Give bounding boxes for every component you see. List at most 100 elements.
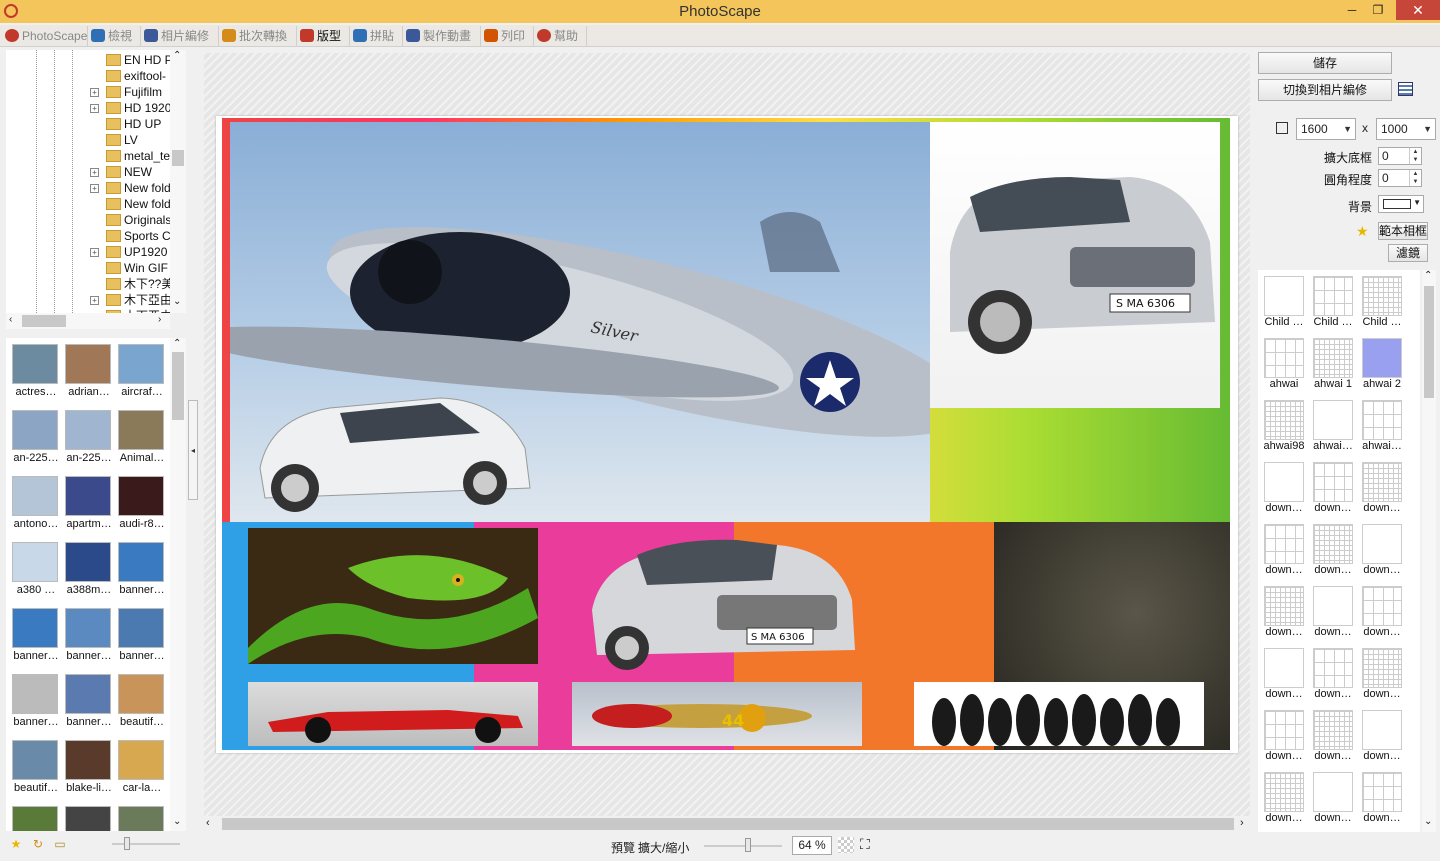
tab-batch[interactable]: 批次轉換 (219, 26, 297, 46)
tree-expander-icon[interactable]: + (90, 184, 99, 193)
layout-menu-icon[interactable] (1398, 82, 1413, 96)
scroll-thumb[interactable] (172, 352, 184, 420)
mercedes-a-class-cell[interactable] (250, 378, 540, 518)
tab-help[interactable]: 幫助 (534, 26, 587, 46)
zoom-value[interactable]: 64 % (792, 836, 832, 855)
template-item[interactable]: Child … (1359, 270, 1405, 330)
mercedes-silver-cell[interactable]: S MA 6306 (587, 530, 857, 670)
template-item[interactable]: down… (1310, 518, 1356, 578)
template-item[interactable]: down… (1359, 518, 1405, 578)
thumbnail-item[interactable]: adrian… (63, 340, 115, 402)
template-item[interactable]: ahwai… (1359, 394, 1405, 454)
thumbnail-item[interactable]: banner… (116, 604, 168, 666)
save-button[interactable]: 儲存 (1258, 52, 1392, 74)
thumbnail-item[interactable]: audi-r8… (116, 472, 168, 534)
thumbnail-item[interactable]: aircraf… (116, 340, 168, 402)
template-item[interactable]: down… (1261, 766, 1307, 826)
tab-animated-gif[interactable]: 製作動畫 (403, 26, 481, 46)
tab-page[interactable]: 版型 (297, 26, 350, 46)
close-button[interactable]: ✕ (1396, 0, 1440, 20)
template-item[interactable]: down… (1310, 766, 1356, 826)
thumbnail-item[interactable] (63, 802, 115, 831)
tab-combine[interactable]: 拼貼 (350, 26, 403, 46)
thumbnail-vertical-scrollbar[interactable]: ⌃ ⌄ (170, 338, 186, 831)
template-item[interactable]: down… (1310, 704, 1356, 764)
favorite-star-icon[interactable]: ★ (8, 836, 24, 852)
background-color-picker[interactable]: ▼ (1378, 195, 1424, 213)
scroll-thumb[interactable] (1424, 286, 1434, 398)
template-item[interactable]: down… (1310, 456, 1356, 516)
round-corner-spinner[interactable]: 0 ▲ ▼ (1378, 169, 1422, 187)
spinner-arrows-icon[interactable]: ▲ ▼ (1409, 170, 1421, 186)
template-item[interactable]: ahwai98 (1261, 394, 1307, 454)
scroll-up-icon[interactable]: ⌃ (173, 338, 181, 349)
template-item[interactable]: down… (1359, 704, 1405, 764)
template-item[interactable]: down… (1261, 456, 1307, 516)
tab-editor[interactable]: 相片編修 (141, 26, 219, 46)
thumbnail-item[interactable]: an-225… (10, 406, 62, 468)
tab-print[interactable]: 列印 (481, 26, 534, 46)
scroll-right-icon[interactable]: › (158, 314, 161, 325)
zoom-slider-handle[interactable] (745, 838, 751, 852)
template-item[interactable]: down… (1359, 766, 1405, 826)
template-item[interactable]: ahwai 1 (1310, 332, 1356, 392)
refresh-icon[interactable]: ↻ (30, 836, 46, 852)
mercedes-photo-cell[interactable]: S MA 6306 (930, 122, 1220, 408)
template-item[interactable]: down… (1310, 580, 1356, 640)
template-item[interactable]: Child … (1310, 270, 1356, 330)
tree-horizontal-scrollbar[interactable]: ‹ › (6, 313, 170, 329)
template-item[interactable]: Child … (1261, 270, 1307, 330)
page-width-select[interactable]: 1600 ▼ (1296, 118, 1356, 140)
thumbnail-size-slider[interactable] (112, 843, 180, 845)
scroll-left-icon[interactable]: ‹ (206, 817, 210, 829)
thumbnail-item[interactable]: banner… (116, 538, 168, 600)
scroll-up-icon[interactable]: ⌃ (173, 50, 181, 61)
thumbnail-item[interactable] (116, 802, 168, 831)
template-item[interactable]: ahwai (1261, 332, 1307, 392)
scroll-up-icon[interactable]: ⌃ (1424, 270, 1432, 281)
scroll-left-icon[interactable]: ‹ (9, 314, 12, 325)
template-item[interactable]: down… (1261, 642, 1307, 702)
folder-open-icon[interactable]: ▭ (52, 836, 68, 852)
favorite-star-icon[interactable]: ★ (1356, 223, 1369, 240)
collage-image[interactable]: Silver S MA 6306 S MA 6306 44 (222, 118, 1230, 750)
thumbnail-item[interactable] (10, 802, 62, 831)
thumbnail-item[interactable]: antono… (10, 472, 62, 534)
panel-collapse-handle[interactable]: ◂ (188, 400, 198, 500)
slider-handle[interactable] (124, 837, 130, 850)
template-item[interactable]: down… (1261, 580, 1307, 640)
group-photo-cell[interactable] (914, 682, 1204, 746)
page-height-select[interactable]: 1000 ▼ (1376, 118, 1436, 140)
tree-expander-icon[interactable]: + (90, 88, 99, 97)
template-item[interactable]: ahwai… (1310, 394, 1356, 454)
thumbnail-item[interactable]: beautif… (10, 736, 62, 798)
thumbnail-item[interactable]: apartm… (63, 472, 115, 534)
folder-tree[interactable]: EN HD P exiftool- + Fujifilm + HD 1920 HD UP LV… (6, 50, 186, 313)
tree-expander-icon[interactable]: + (90, 104, 99, 113)
template-frame-button[interactable]: 範本相框 (1378, 222, 1428, 240)
tab-photoscape[interactable]: PhotoScape (2, 26, 88, 46)
template-item[interactable]: down… (1261, 518, 1307, 578)
green-snake-cell[interactable] (248, 528, 538, 664)
jelly-belly-plane-cell[interactable]: 44 (572, 682, 862, 746)
scroll-thumb[interactable] (222, 818, 1234, 830)
thumbnail-item[interactable]: banner… (10, 604, 62, 666)
filter-button[interactable]: 濾鏡 (1388, 244, 1428, 262)
template-item[interactable]: down… (1261, 704, 1307, 764)
scroll-down-icon[interactable]: ⌄ (173, 816, 181, 827)
scroll-right-icon[interactable]: › (1240, 817, 1244, 829)
scroll-thumb[interactable] (22, 315, 66, 327)
tree-expander-icon[interactable]: + (90, 248, 99, 257)
scroll-thumb[interactable] (172, 150, 184, 166)
minimize-button[interactable]: ─ (1338, 0, 1366, 20)
fit-screen-icon[interactable]: ⛶ (860, 836, 870, 853)
preview-label[interactable]: 預覽 (611, 839, 635, 856)
spinner-arrows-icon[interactable]: ▲ ▼ (1409, 148, 1421, 164)
thumbnail-item[interactable]: an-225… (63, 406, 115, 468)
transparency-icon[interactable] (838, 837, 854, 853)
tree-expander-icon[interactable]: + (90, 296, 99, 305)
tab-viewer[interactable]: 檢視 (88, 26, 141, 46)
tree-expander-icon[interactable]: + (90, 168, 99, 177)
template-item[interactable]: down… (1359, 456, 1405, 516)
thumbnail-item[interactable]: actres… (10, 340, 62, 402)
